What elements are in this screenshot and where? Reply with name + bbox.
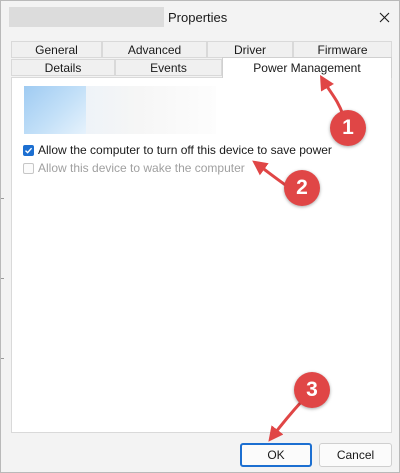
checkmark-icon bbox=[25, 147, 33, 154]
ok-button[interactable]: OK bbox=[240, 443, 312, 467]
tab-firmware[interactable]: Firmware bbox=[293, 41, 392, 58]
close-icon bbox=[379, 12, 389, 22]
edge-artifact bbox=[1, 358, 4, 359]
allow-turn-off-option[interactable]: Allow the computer to turn off this devi… bbox=[23, 143, 332, 157]
close-button[interactable] bbox=[369, 3, 399, 31]
allow-wake-option: Allow this device to wake the computer bbox=[23, 161, 245, 175]
annotation-badge-1: 1 bbox=[330, 110, 366, 146]
title-bar: Properties bbox=[1, 1, 399, 33]
edge-artifact bbox=[1, 278, 4, 279]
allow-wake-label: Allow this device to wake the computer bbox=[38, 161, 245, 175]
tab-advanced[interactable]: Advanced bbox=[102, 41, 207, 58]
tab-details[interactable]: Details bbox=[11, 59, 115, 76]
device-description-redacted bbox=[86, 86, 216, 134]
allow-turn-off-checkbox[interactable] bbox=[23, 144, 34, 156]
allow-turn-off-label: Allow the computer to turn off this devi… bbox=[38, 143, 332, 157]
device-name-redacted bbox=[9, 7, 164, 27]
annotation-badge-2: 2 bbox=[284, 170, 320, 206]
tab-general[interactable]: General bbox=[11, 41, 102, 58]
allow-wake-checkbox bbox=[23, 162, 34, 174]
tab-driver[interactable]: Driver bbox=[207, 41, 293, 58]
edge-artifact bbox=[1, 198, 4, 199]
properties-dialog: Properties General Advanced Driver Firmw… bbox=[0, 0, 400, 473]
device-icon bbox=[24, 86, 86, 134]
annotation-badge-3: 3 bbox=[294, 372, 330, 408]
tab-events[interactable]: Events bbox=[115, 59, 222, 76]
window-title: Properties bbox=[168, 10, 228, 25]
tab-power-management[interactable]: Power Management bbox=[222, 57, 392, 78]
cancel-button[interactable]: Cancel bbox=[319, 443, 392, 467]
